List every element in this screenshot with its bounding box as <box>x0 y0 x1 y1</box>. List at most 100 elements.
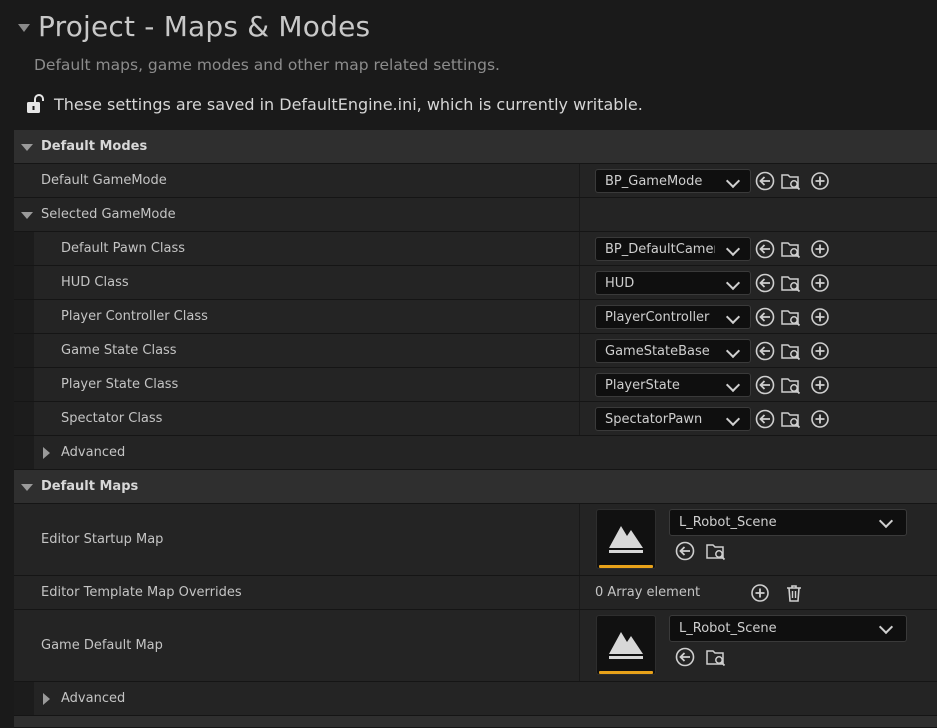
chevron-down-icon <box>725 275 741 291</box>
hud-class-combo[interactable]: HUD <box>595 271 751 295</box>
lock-open-icon <box>27 94 44 113</box>
group-advanced-modes[interactable]: Advanced <box>14 436 937 470</box>
pawn-class-combo[interactable]: BP_DefaultCamera <box>595 237 751 261</box>
combo-value: SpectatorPawn <box>605 412 703 427</box>
column-divider <box>579 232 580 265</box>
property-player-controller-class: Player Controller Class PlayerController <box>14 300 937 334</box>
add-icon[interactable] <box>810 239 830 259</box>
property-label: Default Pawn Class <box>61 241 186 256</box>
find-in-browser-icon[interactable] <box>781 273 801 293</box>
add-icon[interactable] <box>810 375 830 395</box>
find-in-browser-icon[interactable] <box>781 171 801 191</box>
browse-back-icon[interactable] <box>755 239 775 259</box>
category-next[interactable] <box>14 716 937 728</box>
add-icon[interactable] <box>810 409 830 429</box>
find-in-browser-icon[interactable] <box>781 375 801 395</box>
combo-value: L_Robot_Scene <box>679 621 777 636</box>
browse-back-icon[interactable] <box>755 273 775 293</box>
indent-guide <box>14 682 34 715</box>
combo-value: GameStateBase <box>605 344 710 359</box>
property-label: HUD Class <box>61 275 129 290</box>
property-editor-template-map-overrides: Editor Template Map Overrides 0 Array el… <box>14 576 937 610</box>
page-title: Project - Maps & Modes <box>38 10 371 43</box>
column-divider <box>579 368 580 401</box>
title-row[interactable]: Project - Maps & Modes <box>18 10 370 43</box>
browse-back-icon[interactable] <box>755 171 775 191</box>
indent-guide <box>14 266 34 299</box>
find-in-browser-icon[interactable] <box>781 307 801 327</box>
group-label: Advanced <box>61 445 126 460</box>
property-label: Default GameMode <box>41 173 167 188</box>
chevron-down-icon <box>725 343 741 359</box>
chevron-down-icon <box>725 241 741 257</box>
expand-arrow-icon[interactable] <box>21 484 33 491</box>
property-hud-class: HUD Class HUD <box>14 266 937 300</box>
combo-value: PlayerController <box>605 310 710 325</box>
chevron-down-icon <box>878 513 894 529</box>
property-label: Player Controller Class <box>61 309 208 324</box>
column-divider <box>579 198 580 231</box>
chevron-down-icon <box>725 411 741 427</box>
browse-back-icon[interactable] <box>755 375 775 395</box>
expand-arrow-icon[interactable] <box>21 144 33 151</box>
player-controller-combo[interactable]: PlayerController <box>595 305 751 329</box>
add-icon[interactable] <box>810 341 830 361</box>
expand-arrow-icon[interactable] <box>43 693 50 705</box>
game-state-combo[interactable]: GameStateBase <box>595 339 751 363</box>
property-label: Spectator Class <box>61 411 163 426</box>
delete-icon[interactable] <box>784 583 804 603</box>
add-icon[interactable] <box>810 273 830 293</box>
property-game-default-map: Game Default Map L_Robot_Scene <box>14 610 937 682</box>
browse-back-icon[interactable] <box>675 647 695 667</box>
column-divider <box>579 610 580 681</box>
indent-guide <box>14 232 34 265</box>
property-label: Editor Template Map Overrides <box>41 585 242 600</box>
config-notice-text: These settings are saved in DefaultEngin… <box>54 94 643 114</box>
chevron-down-icon <box>725 377 741 393</box>
add-icon[interactable] <box>750 583 770 603</box>
combo-value: BP_GameMode <box>605 174 703 189</box>
property-game-state-class: Game State Class GameStateBase <box>14 334 937 368</box>
map-thumbnail[interactable] <box>596 615 656 675</box>
collapse-arrow-icon[interactable] <box>18 23 30 32</box>
browse-back-icon[interactable] <box>755 341 775 361</box>
add-icon[interactable] <box>810 171 830 191</box>
game-default-map-combo[interactable]: L_Robot_Scene <box>669 615 907 642</box>
combo-value: PlayerState <box>605 378 680 393</box>
gamemode-combo[interactable]: BP_GameMode <box>595 169 751 193</box>
property-default-pawn-class: Default Pawn Class BP_DefaultCamera <box>14 232 937 266</box>
property-label: Game State Class <box>61 343 177 358</box>
find-in-browser-icon[interactable] <box>706 647 726 667</box>
add-icon[interactable] <box>810 307 830 327</box>
editor-startup-map-combo[interactable]: L_Robot_Scene <box>669 509 907 536</box>
property-spectator-class: Spectator Class SpectatorPawn <box>14 402 937 436</box>
browse-back-icon[interactable] <box>755 409 775 429</box>
chevron-down-icon <box>725 173 741 189</box>
map-thumbnail[interactable] <box>596 509 656 569</box>
find-in-browser-icon[interactable] <box>706 541 726 561</box>
chevron-down-icon <box>878 619 894 635</box>
combo-value: BP_DefaultCamera <box>605 242 715 257</box>
player-state-combo[interactable]: PlayerState <box>595 373 751 397</box>
category-default-maps[interactable]: Default Maps <box>14 470 937 504</box>
browse-back-icon[interactable] <box>755 307 775 327</box>
find-in-browser-icon[interactable] <box>781 341 801 361</box>
combo-value: L_Robot_Scene <box>679 515 777 530</box>
column-divider <box>579 576 580 609</box>
expand-arrow-icon[interactable] <box>21 212 33 219</box>
chevron-down-icon <box>725 309 741 325</box>
group-label: Selected GameMode <box>41 207 176 222</box>
find-in-browser-icon[interactable] <box>781 409 801 429</box>
spectator-combo[interactable]: SpectatorPawn <box>595 407 751 431</box>
asset-type-bar <box>599 671 653 674</box>
expand-arrow-icon[interactable] <box>43 447 50 459</box>
category-default-modes[interactable]: Default Modes <box>14 130 937 164</box>
group-advanced-maps[interactable]: Advanced <box>14 682 937 716</box>
category-label: Default Maps <box>41 479 139 494</box>
page-subtitle: Default maps, game modes and other map r… <box>34 56 500 74</box>
browse-back-icon[interactable] <box>675 541 695 561</box>
find-in-browser-icon[interactable] <box>781 239 801 259</box>
asset-type-bar <box>599 565 653 568</box>
group-selected-gamemode[interactable]: Selected GameMode <box>14 198 937 232</box>
indent-guide <box>14 402 34 435</box>
